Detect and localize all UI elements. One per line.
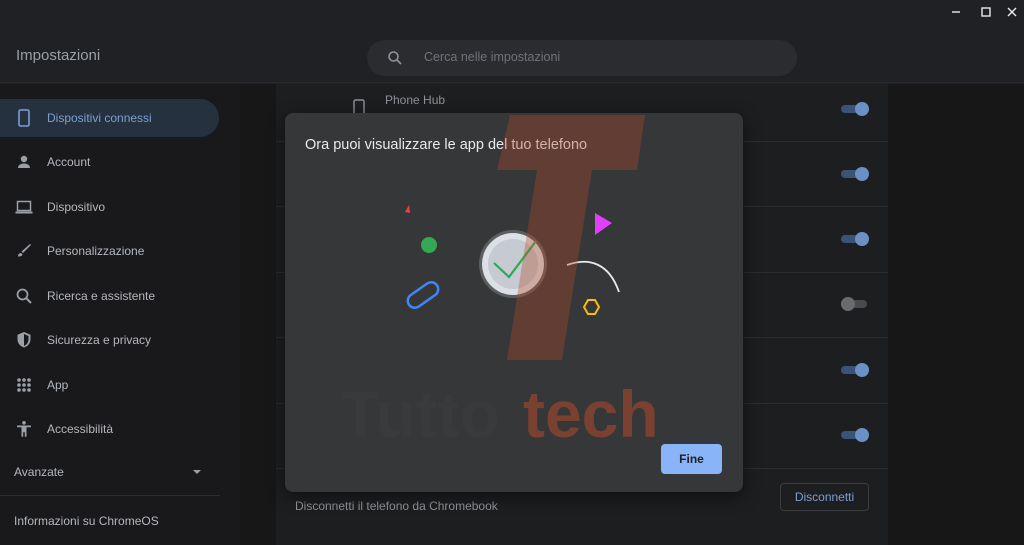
settings-header: Impostazioni Cerca nelle impostazioni [0,25,1024,83]
search-icon [16,288,32,304]
search-input[interactable]: Cerca nelle impostazioni [367,40,797,76]
maximize-icon[interactable] [976,3,996,21]
feature-toggle[interactable] [841,363,869,377]
chevron-down-icon[interactable] [191,467,203,477]
search-icon [388,51,402,65]
accessibility-icon [17,421,31,437]
sidebar-item-accessibility[interactable]: Accessibilità [0,410,219,448]
search-placeholder: Cerca nelle impostazioni [424,50,561,64]
page-title: Impostazioni [16,47,101,64]
apps-grid-icon [17,378,31,392]
sidebar-item-label: App [47,378,69,392]
window-title-bar [0,0,1024,25]
feature-toggle[interactable] [841,232,869,246]
sidebar-item-label: Accessibilità [47,422,114,436]
phone-hub-label: Phone Hub [385,93,446,107]
sidebar-divider [0,495,220,496]
dialog-title: Ora puoi visualizzare le app del tuo tel… [305,137,588,153]
sidebar-advanced[interactable]: Avanzate [14,465,64,479]
disconnect-description: Disconnetti il telefono da Chromebook [295,499,498,513]
sidebar-item-label: Sicurezza e privacy [47,333,152,347]
done-button[interactable]: Fine [661,444,722,474]
feature-toggle[interactable] [841,428,869,442]
sidebar-item-label: Dispositivi connessi [47,111,152,125]
laptop-icon [15,200,33,214]
brush-icon [18,244,31,257]
sidebar-item-search-assistant[interactable]: Ricerca e assistente [0,277,219,315]
sidebar-item-security-privacy[interactable]: Sicurezza e privacy [0,321,219,359]
sidebar-item-label: Account [47,155,91,169]
phone-apps-dialog: Ora puoi visualizzare le app del tuo tel… [285,113,743,492]
shield-icon [17,332,31,348]
phone-hub-toggle[interactable] [841,102,869,116]
person-icon [18,155,30,168]
sidebar-about-chromeos[interactable]: Informazioni su ChromeOS [14,514,159,528]
sidebar-item-connected-devices[interactable]: Dispositivi connessi [0,99,219,137]
sidebar-item-label: Personalizzazione [47,244,145,258]
close-icon[interactable] [1002,3,1022,21]
sidebar-item-device[interactable]: Dispositivo [0,188,219,226]
feature-toggle[interactable] [841,297,869,311]
sidebar-item-label: Ricerca e assistente [47,289,156,303]
disconnect-button[interactable]: Disconnetti [780,483,869,511]
minimize-icon[interactable] [946,3,966,21]
sidebar-item-label: Dispositivo [47,200,106,214]
phone-icon [18,109,30,127]
feature-toggle[interactable] [841,167,869,181]
sidebar-item-account[interactable]: Account [0,143,219,181]
sidebar-item-apps[interactable]: App [0,366,219,404]
sidebar-item-personalization[interactable]: Personalizzazione [0,232,219,270]
phone-apps-illustration [405,205,620,315]
